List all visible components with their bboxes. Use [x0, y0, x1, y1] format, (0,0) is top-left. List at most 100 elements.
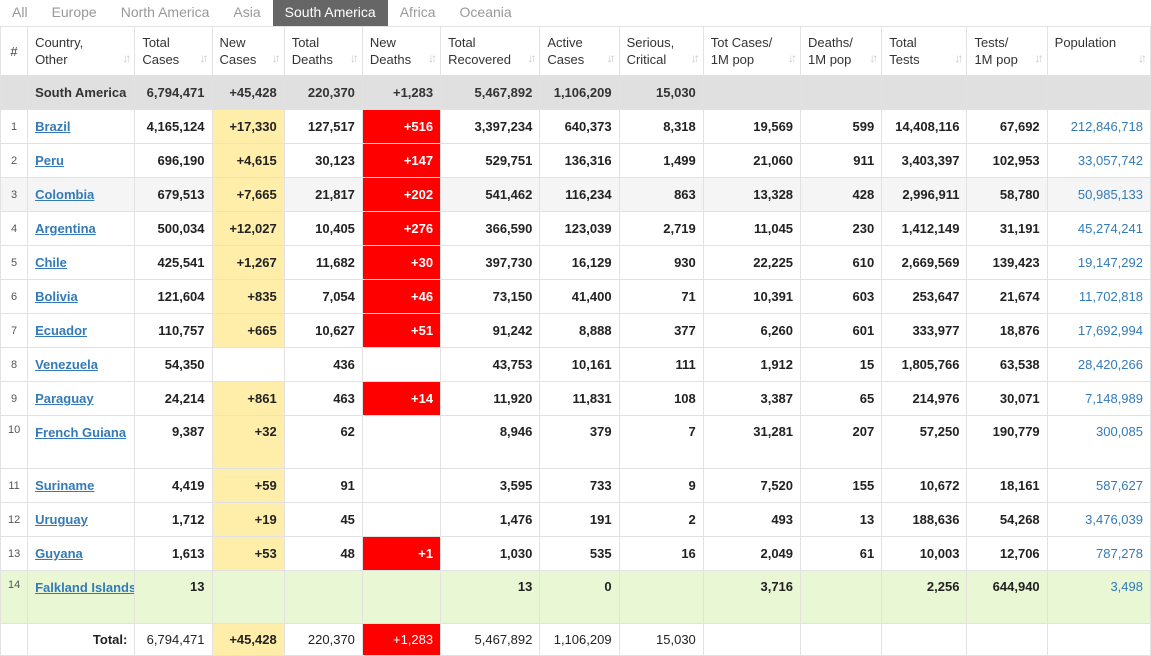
country-link[interactable]: Bolivia: [35, 289, 78, 304]
column-header-total-recovered[interactable]: Total Recovered ↓↑: [440, 26, 541, 76]
cell-country[interactable]: Suriname: [27, 468, 136, 503]
tab-africa[interactable]: Africa: [387, 0, 448, 26]
cell-total-recovered: 3,595: [440, 468, 541, 503]
cell-country[interactable]: Falkland Islands: [27, 570, 136, 624]
sort-arrows-icon[interactable]: ↓↑: [691, 50, 700, 67]
cell-country[interactable]: Peru: [27, 143, 136, 178]
cell-country[interactable]: Chile: [27, 245, 136, 280]
cell-country[interactable]: Bolivia: [27, 279, 136, 314]
cell-population[interactable]: 587,627: [1046, 468, 1151, 503]
cell-population[interactable]: 7,148,989: [1046, 381, 1151, 416]
column-header-active-cases[interactable]: Active Cases ↓↑: [539, 26, 620, 76]
country-link[interactable]: Guyana: [35, 546, 83, 561]
column-header-new-cases[interactable]: New Cases ↓↑: [211, 26, 285, 76]
country-link[interactable]: Argentina: [35, 221, 96, 236]
table-row: 11 Suriname 4,419 +59 91 3,595 733 9 7,520 155 10,…: [0, 468, 1151, 503]
cell-population[interactable]: 300,085: [1046, 415, 1151, 469]
cell-total-tests: 2,256: [881, 570, 968, 624]
country-link[interactable]: Paraguay: [35, 391, 94, 406]
sort-arrows-icon[interactable]: ↓↑: [869, 50, 878, 67]
sort-arrows-icon[interactable]: ↓↑: [607, 50, 616, 67]
country-link[interactable]: Venezuela: [35, 357, 98, 372]
cell-rank: 14: [0, 570, 29, 624]
cell-population[interactable]: 212,846,718: [1046, 109, 1151, 144]
cell-total-deaths: 48: [283, 536, 363, 571]
sort-arrows-icon[interactable]: ↓↑: [1138, 50, 1147, 67]
cell-country[interactable]: French Guiana: [27, 415, 136, 469]
cell-deaths-per-1m: 207: [800, 415, 883, 469]
cell-country[interactable]: Colombia: [27, 177, 136, 212]
column-header-total-deaths[interactable]: Total Deaths ↓↑: [283, 26, 363, 76]
cell-serious-critical: 15,030: [618, 75, 704, 110]
cell-population[interactable]: 11,702,818: [1046, 279, 1151, 314]
cell-serious-critical: 2: [618, 502, 704, 537]
cell-country[interactable]: Argentina: [27, 211, 136, 246]
cell-country[interactable]: Paraguay: [27, 381, 136, 416]
cell-total-cases: 679,513: [134, 177, 213, 212]
column-header-new-deaths[interactable]: New Deaths ↓↑: [361, 26, 442, 76]
column-header-deaths-per-1m[interactable]: Deaths/1M pop ↓↑: [800, 26, 883, 76]
cell-active-cases: 136,316: [539, 143, 620, 178]
sort-arrows-icon[interactable]: ↓↑: [527, 50, 536, 67]
country-link[interactable]: Ecuador: [35, 323, 87, 338]
cell-population[interactable]: 50,985,133: [1046, 177, 1151, 212]
cell-population[interactable]: 787,278: [1046, 536, 1151, 571]
column-header-population[interactable]: Population ↓↑: [1046, 26, 1151, 76]
column-header-serious-critical[interactable]: Serious, Critical ↓↑: [618, 26, 704, 76]
table-row: 1 Brazil 4,165,124 +17,330 127,517 +516 3,397,…: [0, 109, 1151, 144]
cell-population[interactable]: 17,692,994: [1046, 313, 1151, 348]
tab-all[interactable]: All: [0, 0, 40, 26]
cell-population[interactable]: 19,147,292: [1046, 245, 1151, 280]
cell-population[interactable]: 28,420,266: [1046, 347, 1151, 382]
column-header-total-cases[interactable]: Total Cases ↓↑: [134, 26, 213, 76]
cell-serious-critical: 863: [618, 177, 704, 212]
country-link[interactable]: Peru: [35, 153, 64, 168]
cell-country[interactable]: Uruguay: [27, 502, 136, 537]
cell-population[interactable]: 33,057,742: [1046, 143, 1151, 178]
cell-new-deaths: +276: [361, 211, 442, 246]
cell-total-recovered: 366,590: [440, 211, 541, 246]
column-header-country[interactable]: Country, Other ↓↑: [27, 26, 136, 76]
cell-total-cases: 4,165,124: [134, 109, 213, 144]
country-link[interactable]: Chile: [35, 255, 67, 270]
cell-tests-per-1m: 18,876: [966, 313, 1048, 348]
sort-arrows-icon[interactable]: ↓↑: [122, 50, 131, 67]
cell-country[interactable]: Ecuador: [27, 313, 136, 348]
country-link[interactable]: Falkland Islands: [35, 580, 134, 595]
cell-country[interactable]: Brazil: [27, 109, 136, 144]
cell-cases-per-1m: 22,225: [702, 245, 802, 280]
sort-arrows-icon[interactable]: ↓↑: [272, 50, 281, 67]
tab-asia[interactable]: Asia: [221, 0, 273, 26]
total-deaths-per-1m: [800, 623, 883, 656]
sort-arrows-icon[interactable]: ↓↑: [200, 50, 209, 67]
cell-deaths-per-1m: 603: [800, 279, 883, 314]
country-link[interactable]: Uruguay: [35, 512, 88, 527]
tab-south-america[interactable]: South America: [272, 0, 388, 26]
cell-population[interactable]: 3,476,039: [1046, 502, 1151, 537]
sort-arrows-icon[interactable]: ↓↑: [954, 50, 963, 67]
cell-country[interactable]: Guyana: [27, 536, 136, 571]
column-header-cases-per-1m[interactable]: Tot Cases/1M pop ↓↑: [702, 26, 802, 76]
cell-country[interactable]: Venezuela: [27, 347, 136, 382]
sort-arrows-icon[interactable]: ↓↑: [788, 50, 797, 67]
cell-active-cases: 535: [539, 536, 620, 571]
country-link[interactable]: Suriname: [35, 478, 94, 493]
cell-rank: 6: [0, 279, 29, 314]
cell-population[interactable]: 3,498: [1046, 570, 1151, 624]
sort-arrows-icon[interactable]: ↓↑: [1035, 50, 1044, 67]
tab-oceania[interactable]: Oceania: [447, 0, 524, 26]
tab-north-america[interactable]: North America: [108, 0, 222, 26]
column-header-total-tests[interactable]: Total Tests ↓↑: [881, 26, 968, 76]
cell-population[interactable]: 45,274,241: [1046, 211, 1151, 246]
country-link[interactable]: Colombia: [35, 187, 94, 202]
cell-total-recovered: 91,242: [440, 313, 541, 348]
tab-europe[interactable]: Europe: [39, 0, 109, 26]
cell-deaths-per-1m: 230: [800, 211, 883, 246]
table-row: 5 Chile 425,541 +1,267 11,682 +30 397,730 16,12…: [0, 245, 1151, 280]
sort-arrows-icon[interactable]: ↓↑: [350, 50, 359, 67]
column-header-tests-per-1m[interactable]: Tests/1M pop ↓↑: [966, 26, 1048, 76]
country-link[interactable]: French Guiana: [35, 425, 126, 440]
country-link[interactable]: Brazil: [35, 119, 70, 134]
cell-total-cases: 54,350: [134, 347, 213, 382]
sort-arrows-icon[interactable]: ↓↑: [428, 50, 437, 67]
